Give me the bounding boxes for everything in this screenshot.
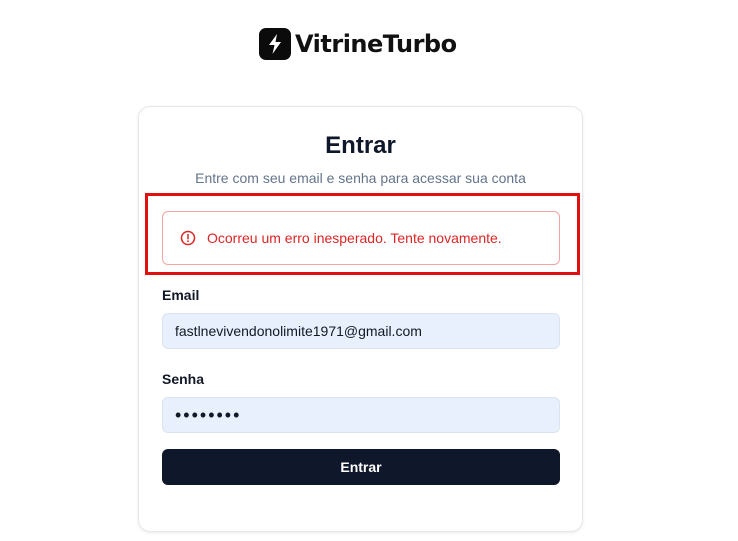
page-title: Entrar [325, 132, 396, 159]
password-label: Senha [162, 371, 205, 387]
password-field[interactable]: •••••••• [162, 397, 560, 433]
error-message: Ocorreu um erro inesperado. Tente novame… [207, 230, 502, 246]
email-field[interactable]: fastlnevivendonolimite1971@gmail.com [162, 313, 560, 349]
brand-logo: VitrineTurbo [259, 28, 457, 60]
page-subtitle: Entre com seu email e senha para acessar… [195, 170, 526, 186]
brand-name: VitrineTurbo [295, 30, 457, 58]
error-alert: Ocorreu um erro inesperado. Tente novame… [162, 211, 560, 265]
submit-button[interactable]: Entrar [162, 449, 560, 485]
email-label: Email [162, 287, 200, 303]
lightning-bolt-icon [259, 28, 291, 60]
alert-circle-icon [180, 230, 196, 246]
